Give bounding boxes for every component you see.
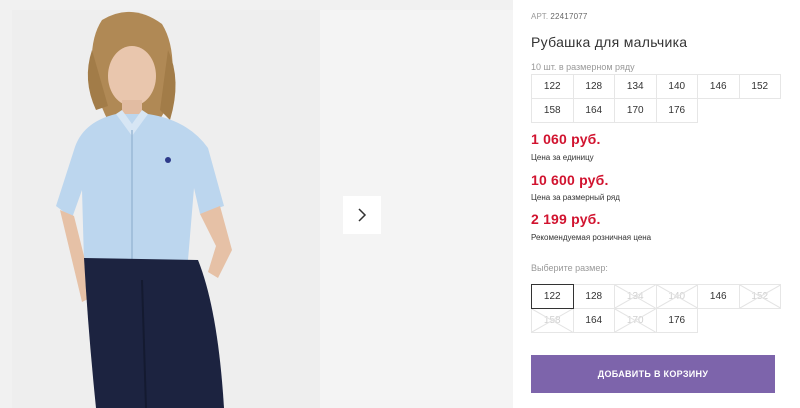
size-range-grid: 122 128 134 140 146 152 158 164 170 176 (531, 74, 781, 123)
size-range-cell: 128 (572, 74, 615, 99)
product-photo[interactable] (12, 10, 320, 408)
retail-price-label: Рекомендуемая розничная цена (531, 233, 652, 242)
size-range-cell: 122 (531, 74, 574, 99)
size-range-cell: 152 (738, 74, 781, 99)
unit-price: 1 060 руб. (531, 131, 601, 147)
article-number: АРТ. 22417077 (531, 12, 588, 21)
boy-in-shirt-image (12, 10, 320, 408)
size-option-146[interactable]: 146 (697, 284, 740, 309)
size-picker: 122 128 134140 146 152 158 164 170 176 (531, 284, 781, 333)
product-gallery (0, 0, 513, 408)
size-option-label: 164 (585, 315, 603, 326)
unavailable-strike-icon (615, 309, 656, 332)
unit-price-label: Цена за единицу (531, 153, 594, 162)
size-option-label: 176 (668, 315, 686, 326)
size-range-cell: 158 (531, 98, 574, 123)
size-range-cell: 170 (614, 98, 657, 123)
size-option-158: 158 (531, 308, 574, 333)
size-option-label: 146 (709, 291, 727, 302)
size-option-176[interactable]: 176 (655, 308, 698, 333)
size-range-cell: 146 (697, 74, 740, 99)
chevron-right-icon (358, 208, 367, 222)
size-option-128[interactable]: 128 (572, 284, 615, 309)
size-option-140: 140 (655, 284, 698, 309)
unavailable-strike-icon (615, 285, 656, 308)
size-range-cell: 176 (655, 98, 698, 123)
size-range-cell: 164 (572, 98, 615, 123)
size-option-label: 128 (585, 291, 603, 302)
size-option-170: 170 (614, 308, 657, 333)
size-range-cell: 140 (655, 74, 698, 99)
pack-size-note: 10 шт. в размерном ряду (531, 62, 635, 72)
choose-size-label: Выберите размер: (531, 263, 608, 273)
size-option-label: 122 (543, 291, 561, 302)
size-option-152: 152 (738, 284, 781, 309)
unavailable-strike-icon (532, 309, 573, 332)
unavailable-strike-icon (657, 285, 698, 308)
unavailable-strike-icon (740, 285, 781, 308)
range-price: 10 600 руб. (531, 172, 609, 188)
size-option-122[interactable]: 122 (531, 284, 574, 309)
retail-price: 2 199 руб. (531, 211, 601, 227)
article-label: АРТ. (531, 12, 549, 21)
size-option-164[interactable]: 164 (572, 308, 615, 333)
add-to-cart-button[interactable]: ДОБАВИТЬ В КОРЗИНУ (531, 355, 775, 393)
product-title: Рубашка для мальчика (531, 34, 688, 50)
article-value: 22417077 (550, 12, 588, 21)
next-image-button[interactable] (343, 196, 381, 234)
size-range-cell: 134 (614, 74, 657, 99)
size-option-134: 134 (614, 284, 657, 309)
range-price-label: Цена за размерный ряд (531, 193, 620, 202)
